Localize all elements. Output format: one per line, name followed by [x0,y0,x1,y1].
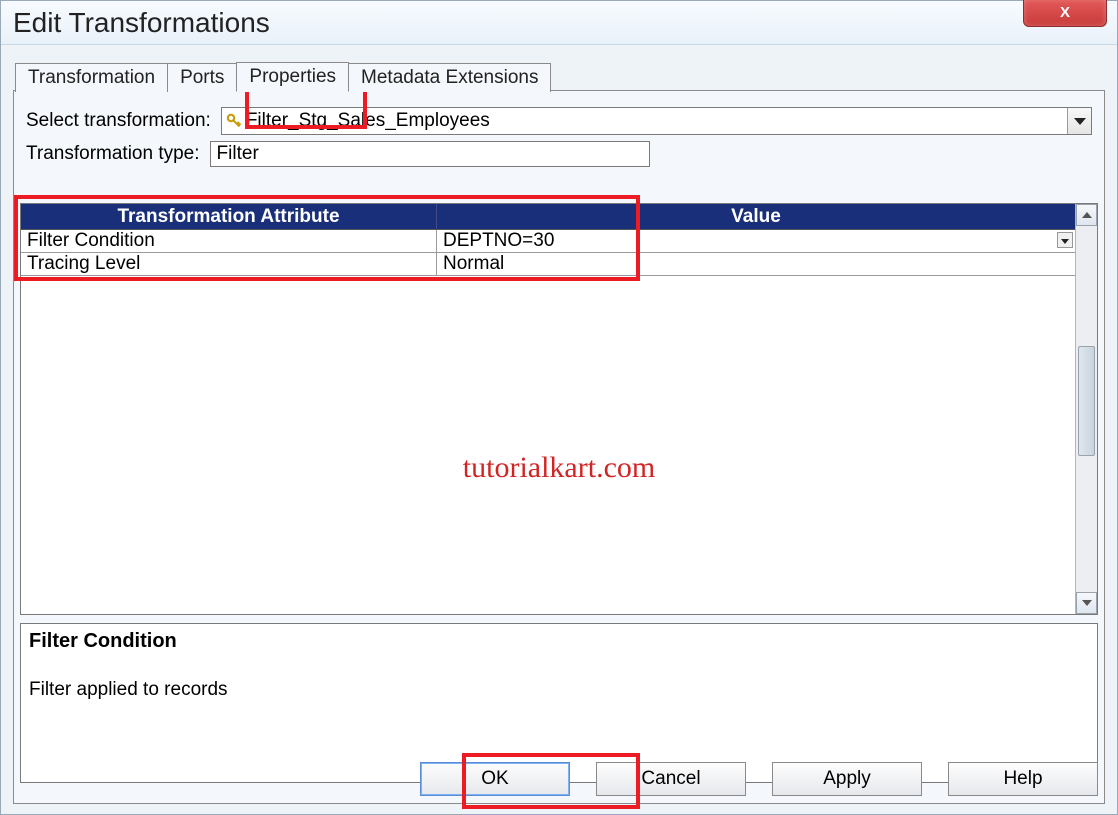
grid-body: Transformation Attribute Value Filter Co… [21,204,1075,614]
tab-ports[interactable]: Ports [167,63,237,92]
row-transformation-type: Transformation type: Filter [26,141,1092,167]
close-button[interactable]: X [1023,0,1107,27]
help-button[interactable]: Help [948,762,1098,796]
tab-metadata-extensions[interactable]: Metadata Extensions [348,63,551,92]
chevron-down-icon[interactable] [1067,108,1091,134]
transformation-type-value: Filter [217,143,259,165]
table-row[interactable]: Tracing Level Normal [21,253,1075,276]
select-transformation-value: Filter_Stg_Sales_Employees [242,110,1067,132]
apply-button[interactable]: Apply [772,762,922,796]
ok-button[interactable]: OK [420,762,570,796]
titlebar: Edit Transformations X [1,1,1117,45]
cell-attr: Filter Condition [21,230,437,252]
cell-val-text: DEPTNO=30 [443,230,554,251]
cell-val[interactable]: DEPTNO=30 [437,230,1075,252]
tab-panel-properties: Select transformation: Filter_Stg_Sales_… [13,90,1105,804]
tab-transformation[interactable]: Transformation [15,63,168,92]
label-transformation-type: Transformation type: [26,143,200,165]
description-body: Filter applied to records [29,679,1089,701]
grid-header: Transformation Attribute Value [21,204,1075,230]
dialog-buttons: OK Cancel Apply Help [14,757,1098,801]
label-select-transformation: Select transformation: [26,110,211,132]
cancel-button[interactable]: Cancel [596,762,746,796]
tab-properties[interactable]: Properties [236,62,349,92]
tabstrip: Transformation Ports Properties Metadata… [13,55,1105,91]
scroll-track[interactable] [1076,226,1097,592]
scroll-down-icon[interactable] [1076,592,1097,614]
cell-attr: Tracing Level [21,253,437,275]
select-transformation-dropdown[interactable]: Filter_Stg_Sales_Employees [221,107,1092,135]
description-title: Filter Condition [29,630,1089,653]
properties-grid: Transformation Attribute Value Filter Co… [20,203,1098,615]
dialog-client: Transformation Ports Properties Metadata… [13,55,1105,804]
dialog-title: Edit Transformations [11,7,270,39]
scroll-up-icon[interactable] [1076,204,1097,226]
grid-scrollbar[interactable] [1075,204,1097,614]
column-header-value[interactable]: Value [437,204,1075,229]
column-header-attribute[interactable]: Transformation Attribute [21,204,437,229]
transformation-type-field: Filter [210,141,650,167]
table-row[interactable]: Filter Condition DEPTNO=30 [21,230,1075,253]
expression-editor-button[interactable] [1057,232,1073,248]
scroll-thumb[interactable] [1078,346,1095,456]
cell-val[interactable]: Normal [437,253,1075,275]
key-icon [226,113,242,129]
dialog-window: Edit Transformations X Transformation Po… [0,0,1118,815]
cell-val-text: Normal [443,253,504,274]
close-icon: X [1060,4,1070,21]
row-select-transformation: Select transformation: Filter_Stg_Sales_… [26,107,1092,135]
